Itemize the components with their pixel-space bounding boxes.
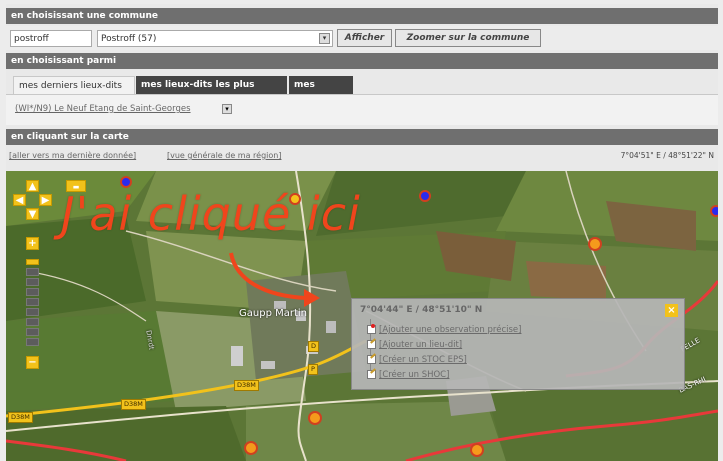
popup-coordinates: 7°04'44" E / 48°51'10" N xyxy=(360,305,483,315)
zoom-level-current[interactable] xyxy=(26,259,39,265)
create-stoc-eps-link[interactable]: [Créer un STOC EPS] xyxy=(367,355,467,365)
coord-readout: 7°04'51" E / 48°51'22" N xyxy=(620,151,714,160)
map-marker-blue[interactable] xyxy=(710,205,718,217)
pan-right-icon[interactable]: ▶ xyxy=(39,194,52,206)
tab-lieux-dits-plus-utilises[interactable]: mes lieux-dits les plus utilisés xyxy=(136,76,287,108)
zoom-level[interactable] xyxy=(26,328,39,336)
parmi-section-header: en choisissant parmi xyxy=(6,53,718,69)
create-stoc-eps-label: [Créer un STOC EPS] xyxy=(379,355,467,365)
carte-links-row: [aller vers ma dernière donnée] [vue gén… xyxy=(6,146,718,170)
tab-derniers-lieux-dits[interactable]: mes derniers lieux-dits xyxy=(13,76,135,94)
road-label: D xyxy=(308,341,320,352)
zoom-level[interactable] xyxy=(26,318,39,326)
create-shoc-label: [Créer un SHOC] xyxy=(379,370,450,380)
map-marker-orange[interactable] xyxy=(470,443,484,457)
region-view-link[interactable]: [vue générale de ma région] xyxy=(167,151,281,160)
observation-form: en choisissant une commune postroff Post… xyxy=(6,4,718,461)
zoom-out-icon[interactable]: − xyxy=(26,356,39,369)
carte-section-header: en cliquant sur la carte xyxy=(6,129,718,145)
add-lieu-dit-label: [Ajouter un lieu-dit] xyxy=(379,340,463,350)
place-select-row: (WI*/N9) Le Neuf Etang de Saint-Georges … xyxy=(6,94,718,125)
road-label: P xyxy=(308,364,318,375)
pan-down-icon[interactable]: ▼ xyxy=(26,208,39,220)
zoom-level[interactable] xyxy=(26,278,39,286)
zoom-level[interactable] xyxy=(26,298,39,306)
commune-select[interactable]: Postroff (57) ▾ xyxy=(97,30,333,47)
zoom-level[interactable] xyxy=(26,268,39,276)
zoom-level[interactable] xyxy=(26,308,39,316)
map-marker-orange[interactable] xyxy=(588,237,602,251)
add-observation-label: [Ajouter une observation précise] xyxy=(379,325,522,335)
edit-icon xyxy=(367,370,376,379)
map-marker-blue[interactable] xyxy=(419,190,431,202)
add-observation-link[interactable]: [Ajouter une observation précise] xyxy=(367,324,522,335)
pan-left-icon[interactable]: ◀ xyxy=(13,194,26,206)
zoom-in-icon[interactable]: + xyxy=(26,237,39,250)
chevron-down-icon[interactable]: ▾ xyxy=(222,104,232,114)
zoom-level[interactable] xyxy=(26,338,39,346)
pin-icon xyxy=(367,324,376,334)
zoom-commune-button[interactable]: Zoomer sur la commune xyxy=(395,29,541,47)
road-label: D38M xyxy=(8,412,33,423)
close-icon[interactable]: × xyxy=(665,304,678,317)
place-label: Gaupp Martin xyxy=(239,308,307,319)
pan-up-icon[interactable]: ▲ xyxy=(26,180,39,192)
commune-input[interactable]: postroff xyxy=(10,30,92,47)
create-shoc-link[interactable]: [Créer un SHOC] xyxy=(367,370,450,380)
add-lieu-dit-link[interactable]: [Ajouter un lieu-dit] xyxy=(367,340,463,350)
tab-mes-jardins[interactable]: mes jardins xyxy=(289,76,353,108)
annotation-text: J'ai cliqué ici xyxy=(61,187,361,241)
road-label: D38M xyxy=(121,399,146,410)
tab-bar: mes derniers lieux-dits mes lieux-dits l… xyxy=(6,76,718,108)
afficher-button[interactable]: Afficher xyxy=(337,29,392,47)
zoom-level[interactable] xyxy=(26,288,39,296)
map-marker-orange[interactable] xyxy=(244,441,258,455)
edit-icon xyxy=(367,355,376,364)
commune-select-value: Postroff (57) xyxy=(101,34,157,44)
commune-row: postroff Postroff (57) ▾ Afficher Zoomer… xyxy=(6,26,718,50)
road-label: D38M xyxy=(234,380,259,391)
commune-section-header: en choisissant une commune xyxy=(6,8,718,24)
selected-place-select[interactable]: (WI*/N9) Le Neuf Etang de Saint-Georges xyxy=(15,104,191,114)
chevron-down-icon[interactable]: ▾ xyxy=(319,33,330,44)
last-data-link[interactable]: [aller vers ma dernière donnée] xyxy=(9,151,136,160)
map-popup: 7°04'44" E / 48°51'10" N × [Ajouter une … xyxy=(351,298,685,390)
map-marker-orange[interactable] xyxy=(308,411,322,425)
edit-icon xyxy=(367,340,376,349)
